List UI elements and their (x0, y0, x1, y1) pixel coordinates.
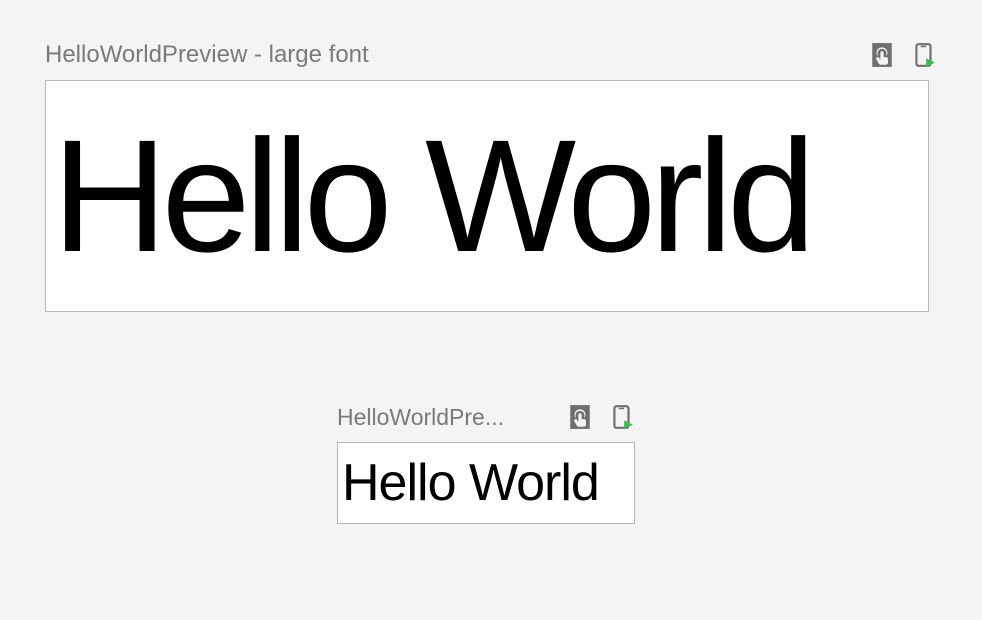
deploy-device-icon (609, 404, 635, 430)
deploy-preview-button[interactable] (911, 42, 937, 68)
preview-header: HelloWorldPreview - large font (45, 40, 937, 70)
deploy-device-icon (911, 42, 937, 68)
preview-content-text: Hello World (342, 457, 599, 509)
preview-actions (567, 404, 635, 430)
preview-header: HelloWorldPre... (337, 402, 635, 432)
preview-canvas-large[interactable]: Hello World (45, 80, 929, 312)
hand-tap-icon (567, 404, 593, 430)
hand-tap-icon (869, 42, 895, 68)
preview-small: HelloWorldPre... Hello World (337, 402, 635, 524)
interactive-mode-button[interactable] (869, 42, 895, 68)
preview-canvas-small[interactable]: Hello World (337, 442, 635, 524)
preview-title: HelloWorldPre... (337, 404, 504, 431)
preview-content-text: Hello World (52, 116, 810, 276)
preview-title: HelloWorldPreview - large font (45, 41, 369, 69)
preview-large-font: HelloWorldPreview - large font Hello Wor… (45, 40, 937, 312)
deploy-preview-button[interactable] (609, 404, 635, 430)
preview-actions (869, 42, 937, 68)
interactive-mode-button[interactable] (567, 404, 593, 430)
